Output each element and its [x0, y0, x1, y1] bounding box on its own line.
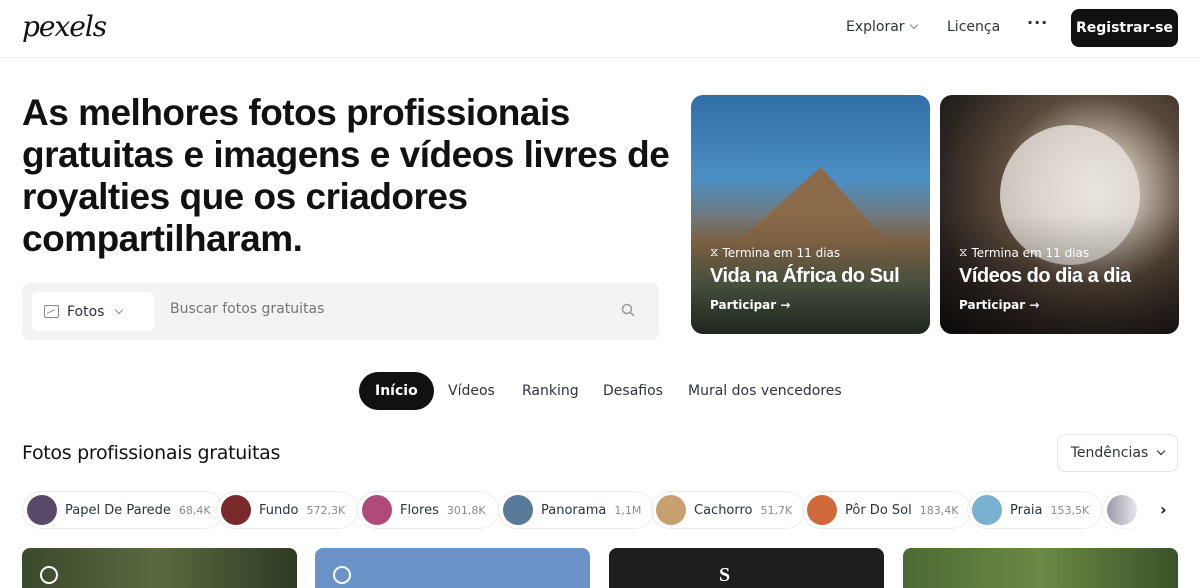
image-icon: [44, 305, 59, 318]
challenge-deadline: ⧖ Termina em 11 dias: [959, 245, 1090, 260]
content-tabs: Início Vídeos Ranking Desafios Mural dos…: [0, 372, 1200, 410]
chip-thumbnail: [362, 495, 392, 525]
sort-label: Tendências: [1070, 445, 1149, 461]
play-icon: [40, 566, 58, 584]
nav-explore-label: Explorar: [846, 19, 905, 35]
tab-challenges[interactable]: Desafios: [603, 372, 663, 410]
chevron-down-icon: [909, 20, 918, 30]
search-icon[interactable]: [621, 303, 635, 317]
tab-videos[interactable]: Vídeos: [448, 372, 495, 410]
challenge-card-south-africa[interactable]: ⧖ Termina em 11 dias Vida na África do S…: [691, 95, 930, 334]
chevron-down-icon: [115, 305, 124, 314]
category-chips: Papel De Parede 68,4K Fundo 572,3K Flore…: [22, 491, 1178, 529]
more-menu-icon[interactable]: ···: [1027, 13, 1048, 32]
search-bar: Fotos: [22, 283, 659, 340]
chip-beach[interactable]: Praia 153,5K: [967, 491, 1103, 529]
search-input[interactable]: [170, 301, 610, 317]
chip-thumbnail: [807, 495, 837, 525]
chevron-right-icon[interactable]: ›: [1160, 500, 1167, 519]
hourglass-icon: ⧖: [710, 245, 719, 259]
chip-flowers[interactable]: Flores 301,8K: [357, 491, 499, 529]
photo-tile[interactable]: [22, 548, 297, 588]
chip-thumbnail: [221, 495, 251, 525]
sort-dropdown[interactable]: Tendências: [1057, 434, 1178, 472]
challenge-title: Vídeos do dia a dia: [959, 265, 1131, 287]
tile-text: S: [719, 564, 731, 586]
challenge-title: Vida na África do Sul: [710, 265, 900, 287]
chip-dog[interactable]: Cachorro 51,7K: [651, 491, 806, 529]
chip-panorama[interactable]: Panorama 1,1M: [498, 491, 655, 529]
photo-tile[interactable]: S: [609, 548, 884, 588]
top-header: pexels Explorar Licença ··· Registrar-se: [0, 0, 1200, 58]
challenge-card-everyday-videos[interactable]: ⧖ Termina em 11 dias Vídeos do dia a dia…: [940, 95, 1179, 334]
tab-winners-wall[interactable]: Mural dos vencedores: [688, 372, 842, 410]
section-title: Fotos profissionais gratuitas: [22, 442, 281, 464]
chevron-down-icon: [1157, 446, 1166, 456]
chip-thumbnail: [27, 495, 57, 525]
play-icon: [333, 566, 351, 584]
chip-thumbnail: [503, 495, 533, 525]
chip-thumbnail: [656, 495, 686, 525]
pexels-logo[interactable]: pexels: [22, 10, 107, 43]
chip-sunset[interactable]: Pôr Do Sol 183,4K: [802, 491, 972, 529]
nav-license-link[interactable]: Licença: [947, 19, 1000, 35]
hourglass-icon: ⧖: [959, 245, 968, 259]
nav-explore-menu[interactable]: Explorar: [846, 19, 918, 35]
register-button[interactable]: Registrar-se: [1071, 9, 1178, 47]
search-type-dropdown[interactable]: Fotos: [32, 292, 154, 331]
chip-thumbnail: [972, 495, 1002, 525]
participate-link[interactable]: Participar →: [710, 298, 790, 312]
chip-background[interactable]: Fundo 572,3K: [216, 491, 359, 529]
challenge-deadline: ⧖ Termina em 11 dias: [710, 245, 841, 260]
photo-tile[interactable]: [903, 548, 1178, 588]
participate-link[interactable]: Participar →: [959, 298, 1039, 312]
tab-home[interactable]: Início: [359, 372, 434, 410]
tab-ranking[interactable]: Ranking: [522, 372, 579, 410]
photo-tile[interactable]: [315, 548, 590, 588]
hero-title: As melhores fotos profissionais gratuita…: [22, 92, 670, 259]
search-type-label: Fotos: [67, 303, 105, 320]
chip-wallpaper[interactable]: Papel De Parede 68,4K: [22, 491, 224, 529]
